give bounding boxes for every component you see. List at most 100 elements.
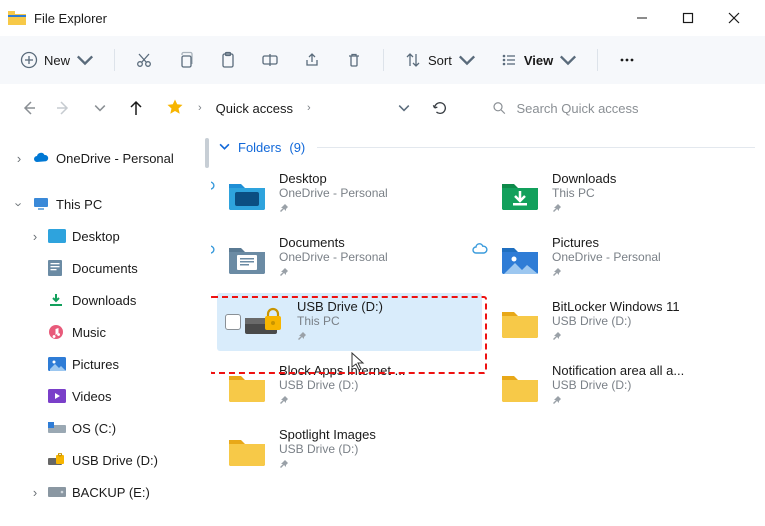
cut-button[interactable] xyxy=(127,47,161,73)
folder-icon xyxy=(498,302,542,342)
chevron-down-icon xyxy=(559,51,577,69)
checkbox[interactable] xyxy=(225,314,241,330)
sidebar-item-downloads[interactable]: › Downloads xyxy=(6,284,205,316)
tile-bitlocker[interactable]: BitLocker Windows 11 USB Drive (D:) xyxy=(490,293,755,351)
sidebar-item-pictures[interactable]: › Pictures xyxy=(6,348,205,380)
sidebar: › OneDrive - Personal › This PC › Deskto… xyxy=(0,132,205,526)
tile-documents[interactable]: Documents OneDrive - Personal xyxy=(217,229,482,287)
group-count: (9) xyxy=(289,140,305,155)
chevron-down-icon[interactable] xyxy=(398,102,410,114)
sidebar-item-label: Desktop xyxy=(72,229,120,244)
sidebar-item-this-pc[interactable]: › This PC xyxy=(6,188,205,220)
search-input[interactable] xyxy=(516,101,741,116)
sort-icon xyxy=(404,51,422,69)
close-button[interactable] xyxy=(711,0,757,36)
chevron-down-icon[interactable]: › xyxy=(12,197,27,211)
refresh-button[interactable] xyxy=(426,94,454,122)
clipboard-icon xyxy=(219,51,237,69)
paste-button[interactable] xyxy=(211,47,245,73)
ellipsis-icon xyxy=(618,51,636,69)
tile-spotlight[interactable]: Spotlight Images USB Drive (D:) xyxy=(217,421,482,479)
back-button[interactable] xyxy=(14,94,42,122)
chevron-right-icon[interactable]: › xyxy=(12,151,26,166)
sidebar-item-music[interactable]: › Music xyxy=(6,316,205,348)
folder-icon xyxy=(498,366,542,406)
tile-sub: This PC xyxy=(552,186,747,200)
tile-usb-drive-d[interactable]: USB Drive (D:) This PC xyxy=(217,293,482,351)
tile-name: Spotlight Images xyxy=(279,427,474,442)
copy-button[interactable] xyxy=(169,47,203,73)
scissors-icon xyxy=(135,51,153,69)
trash-icon xyxy=(345,51,363,69)
star-icon xyxy=(166,98,184,119)
share-button[interactable] xyxy=(295,47,329,73)
sidebar-item-usb-d[interactable]: › USB Drive (D:) xyxy=(6,444,205,476)
desktop-folder-icon xyxy=(225,174,269,214)
up-button[interactable] xyxy=(122,94,150,122)
tile-sub: OneDrive - Personal xyxy=(279,250,474,264)
minimize-button[interactable] xyxy=(619,0,665,36)
view-button[interactable]: View xyxy=(492,47,585,73)
tile-name: Documents xyxy=(279,235,474,250)
new-button[interactable]: New xyxy=(12,47,102,73)
videos-icon xyxy=(48,387,66,405)
sidebar-item-label: Pictures xyxy=(72,357,119,372)
pin-icon xyxy=(552,202,747,217)
sidebar-item-desktop[interactable]: › Desktop xyxy=(6,220,205,252)
monitor-icon xyxy=(32,195,50,213)
sidebar-item-onedrive[interactable]: › OneDrive - Personal xyxy=(6,142,205,174)
desktop-folder-icon xyxy=(48,227,66,245)
chevron-down-icon xyxy=(458,51,476,69)
tile-sub: USB Drive (D:) xyxy=(279,378,474,392)
document-icon xyxy=(48,259,66,277)
breadcrumb-current[interactable]: Quick access xyxy=(216,101,293,116)
sidebar-item-label: USB Drive (D:) xyxy=(72,453,158,468)
tile-name: Block Apps Internet ... xyxy=(279,363,474,378)
tile-pictures[interactable]: Pictures OneDrive - Personal xyxy=(490,229,755,287)
tile-name: USB Drive (D:) xyxy=(297,299,474,314)
view-label: View xyxy=(524,53,553,68)
sidebar-item-videos[interactable]: › Videos xyxy=(6,380,205,412)
chevron-down-icon xyxy=(219,140,230,155)
tile-sub: USB Drive (D:) xyxy=(552,378,747,392)
chevron-right-icon[interactable]: › xyxy=(28,229,42,244)
address-bar[interactable]: › Quick access › xyxy=(158,92,418,124)
tile-name: Desktop xyxy=(279,171,474,186)
forward-button[interactable] xyxy=(50,94,78,122)
maximize-button[interactable] xyxy=(665,0,711,36)
sidebar-item-label: BACKUP (E:) xyxy=(72,485,150,500)
sidebar-item-backup-e[interactable]: › BACKUP (E:) xyxy=(6,476,205,508)
tile-sub: USB Drive (D:) xyxy=(552,314,747,328)
rename-button[interactable] xyxy=(253,47,287,73)
chevron-right-icon[interactable]: › xyxy=(28,485,42,500)
search-box[interactable] xyxy=(482,92,751,124)
tile-desktop[interactable]: Desktop OneDrive - Personal xyxy=(217,165,482,223)
sidebar-item-label: Documents xyxy=(72,261,138,276)
folder-icon xyxy=(225,430,269,470)
sidebar-item-os-c[interactable]: › OS (C:) xyxy=(6,412,205,444)
tile-sub: USB Drive (D:) xyxy=(279,442,474,456)
recent-button[interactable] xyxy=(86,94,114,122)
more-button[interactable] xyxy=(610,47,644,73)
sidebar-item-label: Videos xyxy=(72,389,112,404)
group-header-folders[interactable]: Folders (9) xyxy=(217,140,755,155)
tile-name: Downloads xyxy=(552,171,747,186)
pin-icon xyxy=(552,266,747,281)
cloud-sync-icon xyxy=(211,179,215,194)
sidebar-item-documents[interactable]: › Documents xyxy=(6,252,205,284)
tile-block-apps[interactable]: Block Apps Internet ... USB Drive (D:) xyxy=(217,357,482,415)
usb-locked-icon xyxy=(243,302,287,342)
drive-icon xyxy=(48,419,66,437)
tile-notification-area[interactable]: Notification area all a... USB Drive (D:… xyxy=(490,357,755,415)
app-icon xyxy=(8,11,26,25)
tile-name: Notification area all a... xyxy=(552,363,747,378)
tile-sub: This PC xyxy=(297,314,474,328)
downloads-folder-icon xyxy=(498,174,542,214)
sort-button[interactable]: Sort xyxy=(396,47,484,73)
tile-downloads[interactable]: Downloads This PC xyxy=(490,165,755,223)
rename-icon xyxy=(261,51,279,69)
sidebar-item-label: Downloads xyxy=(72,293,136,308)
delete-button[interactable] xyxy=(337,47,371,73)
search-icon xyxy=(492,100,506,116)
nav-row: › Quick access › xyxy=(0,84,765,132)
